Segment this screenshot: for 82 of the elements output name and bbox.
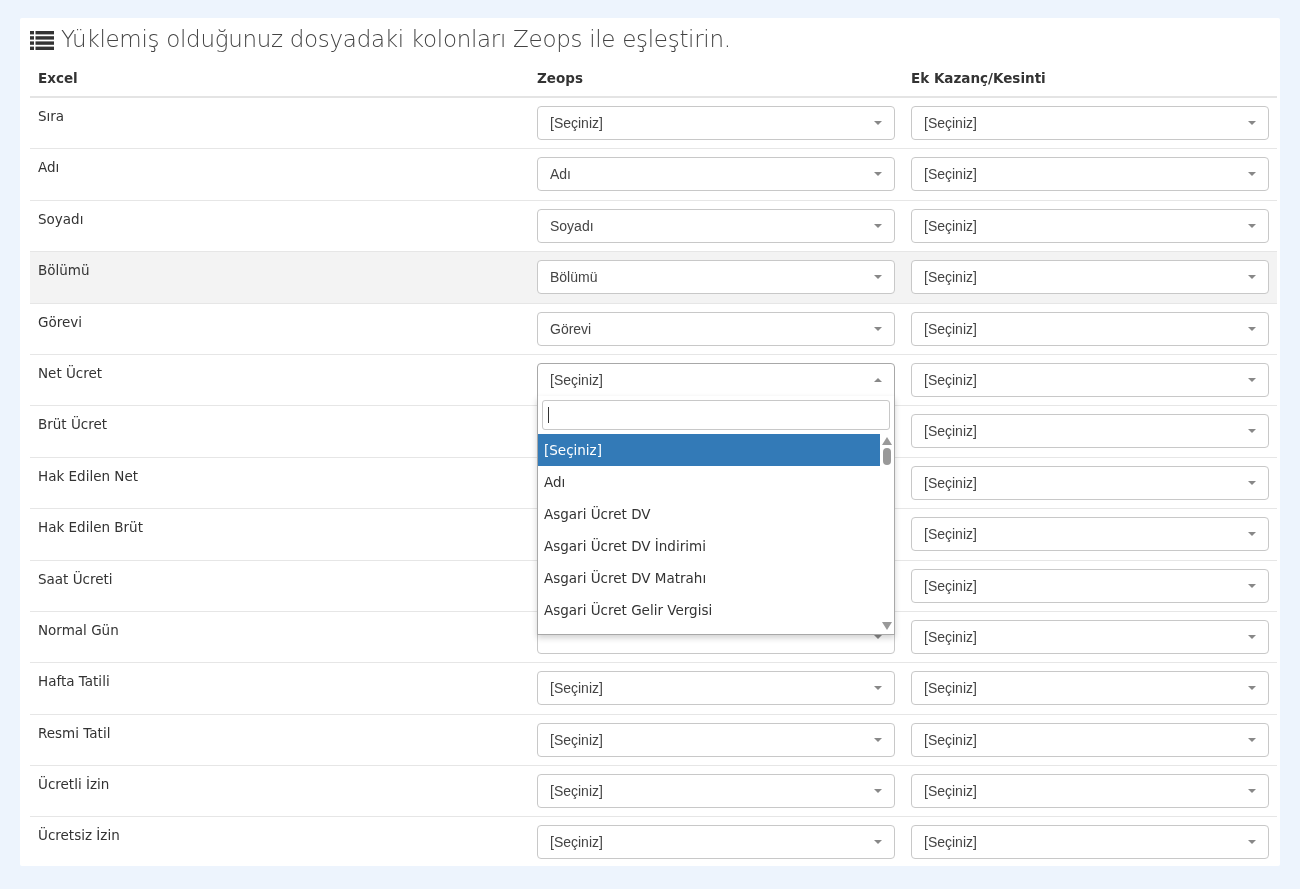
caret-icon (1248, 532, 1256, 537)
select-field[interactable]: [Seçiniz] (537, 106, 895, 140)
table-cell-text: Brüt Ücret (37, 415, 109, 433)
select-field[interactable]: [Seçiniz] (911, 260, 1269, 295)
column-header: Zeops (536, 70, 584, 86)
table-cell-text: Ücretli İzin (37, 775, 111, 793)
select-field[interactable]: [Seçiniz] (911, 106, 1269, 140)
select-field[interactable]: [Seçiniz] (911, 619, 1269, 654)
caret-icon (1248, 377, 1256, 382)
scroll-up-icon[interactable] (882, 436, 892, 445)
caret-icon (1248, 326, 1256, 331)
select-field[interactable]: [Seçiniz] (537, 362, 895, 397)
select-field[interactable]: [Seçiniz] (911, 825, 1269, 860)
select-field[interactable]: Görevi (537, 311, 895, 346)
select-field[interactable]: [Seçiniz] (537, 671, 895, 706)
text-cursor (548, 406, 549, 423)
caret-icon (874, 223, 882, 228)
caret-icon (874, 686, 882, 691)
dropdown-option[interactable]: Adı (538, 465, 880, 498)
table-cell-text: Görevi (37, 312, 84, 330)
table-cell-text: Hak Edilen Net (37, 466, 139, 484)
caret-icon (874, 121, 882, 125)
select-field[interactable]: Adı (537, 157, 895, 192)
caret-icon (874, 377, 882, 382)
dropdown-option[interactable]: Asgari Ücret DV (538, 497, 880, 530)
table-cell-text: Sıra (37, 107, 66, 124)
select-field[interactable]: [Seçiniz] (911, 568, 1269, 603)
caret-icon (1248, 480, 1256, 485)
select-field[interactable]: [Seçiniz] (537, 722, 895, 757)
caret-icon (874, 275, 882, 280)
page-title: Yüklemiş olduğunuz dosyadaki kolonları Zeops ile eşleştirin. (61, 26, 731, 52)
caret-icon (1248, 121, 1256, 125)
scroll-down-icon[interactable] (882, 621, 892, 630)
select-field[interactable]: [Seçiniz] (911, 722, 1269, 757)
select-field[interactable]: [Seçiniz] (911, 157, 1269, 192)
caret-icon (1248, 275, 1256, 280)
caret-icon (874, 737, 882, 742)
select-field[interactable]: [Seçiniz] (911, 671, 1269, 706)
select-field[interactable]: [Seçiniz] (911, 208, 1269, 243)
select-field[interactable]: [Seçiniz] (911, 774, 1269, 809)
dropdown-option[interactable]: Asgari Ücret DV Matrahı (538, 561, 880, 594)
dropdown-option[interactable]: Asgari Ücret DV İndirimi (538, 529, 880, 562)
dropdown-option[interactable]: [Seçiniz] (538, 433, 880, 466)
select-field[interactable]: [Seçiniz] (537, 774, 895, 809)
select-field[interactable]: [Seçiniz] (537, 825, 895, 860)
table-cell-text: Soyadı (37, 209, 85, 227)
caret-icon (1248, 223, 1256, 228)
caret-icon (1248, 172, 1256, 177)
select-field[interactable]: [Seçiniz] (911, 362, 1269, 397)
caret-icon (1248, 789, 1256, 794)
table-cell-text: Net Ücret (37, 363, 104, 381)
caret-icon (1248, 737, 1256, 742)
select-field[interactable]: Soyadı (537, 208, 895, 243)
table-cell-text: Adı (37, 158, 61, 176)
table-cell-text: Hafta Tatili (37, 672, 111, 690)
table-cell-text: Normal Gün (37, 620, 120, 638)
table-cell-text: Saat Ücreti (37, 569, 114, 587)
dropdown-option[interactable]: Asgari Ücret Gelir Vergisi (538, 593, 880, 626)
table-cell-text: Bölümü (37, 261, 91, 279)
caret-icon (1248, 583, 1256, 588)
caret-icon (874, 634, 882, 639)
select-field[interactable]: [Seçiniz] (911, 465, 1269, 500)
caret-icon (874, 326, 882, 331)
select-field[interactable]: [Seçiniz] (911, 414, 1269, 449)
caret-icon (1248, 840, 1256, 845)
table-cell-text: Hak Edilen Brüt (37, 518, 144, 536)
select-field[interactable]: Bölümü (537, 260, 895, 295)
caret-icon (874, 172, 882, 177)
search-field[interactable] (542, 399, 890, 430)
table-cell-text: Resmi Tatil (37, 723, 112, 741)
select-field[interactable]: [Seçiniz] (911, 517, 1269, 552)
caret-icon (1248, 686, 1256, 691)
scrollbar-thumb[interactable] (883, 447, 891, 465)
column-header: Ek Kazanç/Kesinti (910, 70, 1047, 86)
table-cell-text: Ücretsiz İzin (37, 826, 121, 844)
select-field[interactable]: [Seçiniz] (911, 311, 1269, 346)
column-header: Excel (37, 70, 79, 86)
caret-icon (874, 840, 882, 845)
list-icon (30, 30, 54, 50)
caret-icon (1248, 634, 1256, 639)
caret-icon (874, 789, 882, 794)
caret-icon (1248, 429, 1256, 434)
